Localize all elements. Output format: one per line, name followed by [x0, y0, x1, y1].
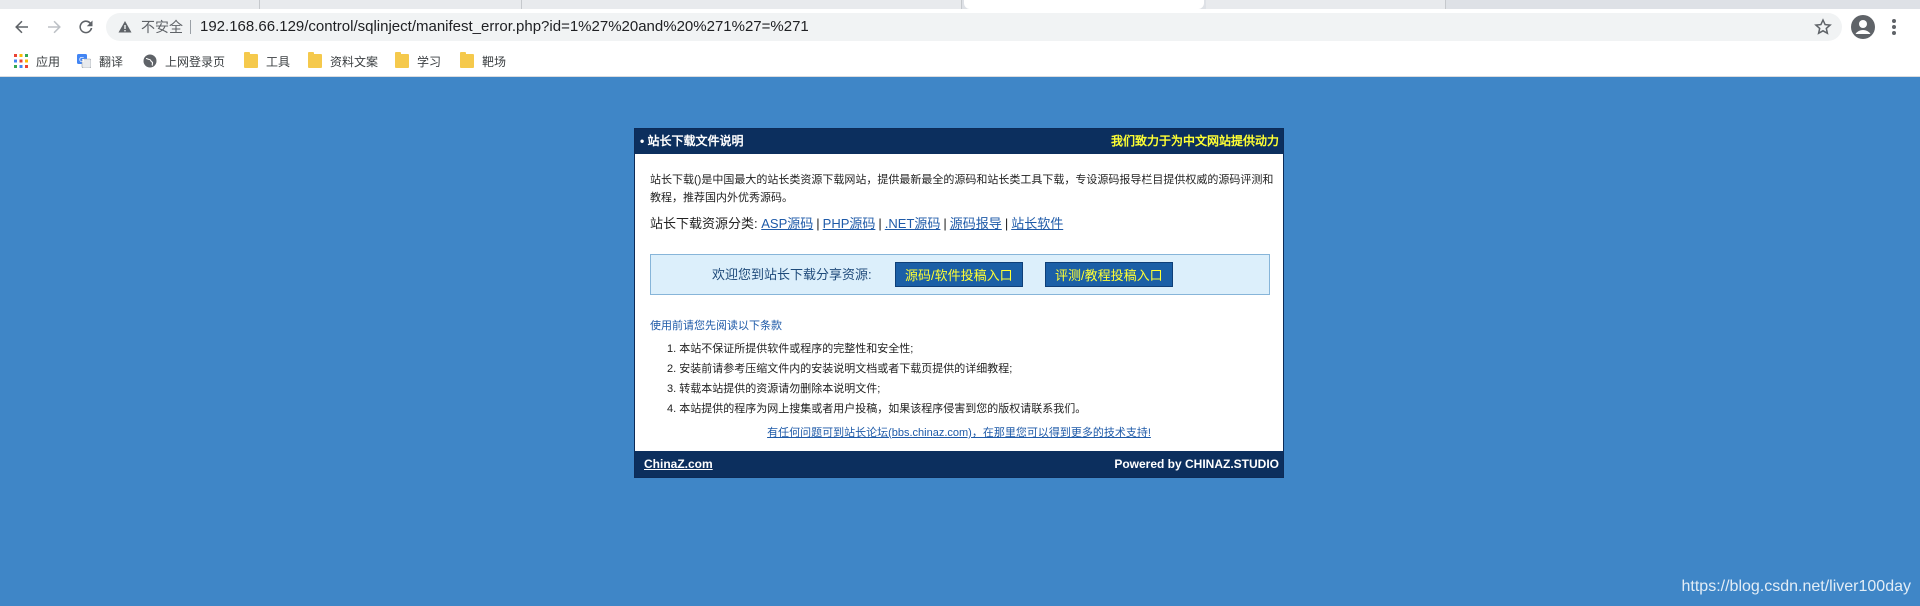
bookmark-translate[interactable]: G 翻译 [77, 51, 123, 71]
tab-background[interactable] [522, 0, 962, 9]
card-header: • 站长下载文件说明 我们致力于为中文网站提供动力 [635, 129, 1283, 154]
forum-link[interactable]: 有任何问题可到站长论坛(bbs.chinaz.com)，在那里您可以得到更多的技… [767, 427, 1151, 439]
footer-site-link[interactable]: ChinaZ.com [644, 457, 713, 471]
card-slogan: 我们致力于为中文网站提供动力 [1110, 134, 1279, 148]
category-list: 站长下载资源分类: ASP源码 | PHP源码 | .NET源码 | 源码报导 | 站长软件 [650, 215, 1063, 233]
bookmark-label: 翻译 [99, 54, 124, 69]
share-text: 欢迎您到站长下载分享资源: [712, 267, 872, 282]
category-link-php[interactable]: PHP源码 [823, 216, 876, 231]
back-arrow-icon [15, 20, 28, 34]
category-link-asp[interactable]: ASP源码 [761, 216, 813, 231]
folder-icon [460, 52, 474, 68]
category-link-webmaster-software[interactable]: 站长软件 [1011, 216, 1063, 231]
star-icon[interactable] [1814, 18, 1832, 36]
list-item: 1. 本站不保证所提供软件或程序的完整性和安全性; [667, 343, 914, 355]
warning-icon[interactable] [118, 20, 132, 34]
card-title: • 站长下载文件说明 [640, 134, 744, 148]
tab-strip [0, 0, 1920, 9]
bookmark-folder-tools[interactable]: 工具 [244, 51, 290, 71]
tab-background[interactable] [260, 0, 522, 9]
list-item: 2. 安装前请参考压缩文件内的安装说明文档或者下载页提供的详细教程; [667, 363, 1013, 375]
terms-list: 1. 本站不保证所提供软件或程序的完整性和安全性; 2. 安装前请参考压缩文件内… [667, 339, 1086, 419]
divider: | [878, 216, 882, 231]
profile-icon[interactable] [1850, 14, 1876, 40]
svg-text:G: G [79, 56, 84, 64]
address-bar[interactable]: 不安全 192.168.66.129/control/sqlinject/man… [106, 13, 1842, 41]
divider [190, 20, 191, 34]
bookmark-label: 应用 [36, 54, 61, 69]
notice-card: • 站长下载文件说明 我们致力于为中文网站提供动力 站长下载()是中国最大的站长… [634, 128, 1284, 478]
share-box: 欢迎您到站长下载分享资源: 源码/软件投稿入口 评测/教程投稿入口 [650, 254, 1270, 295]
bookmark-label: 上网登录页 [165, 54, 226, 69]
forward-button[interactable] [40, 13, 68, 41]
divider: | [816, 216, 820, 231]
folder-icon [308, 52, 322, 68]
menu-dots-icon[interactable] [1884, 16, 1904, 38]
tab-active[interactable] [964, 0, 1204, 9]
reload-icon [79, 20, 93, 34]
back-button[interactable] [8, 13, 36, 41]
list-item: 3. 转载本站提供的资源请勿删除本说明文件; [667, 383, 881, 395]
bookmark-folder-materials[interactable]: 资料文案 [308, 51, 378, 71]
bookmark-label: 学习 [417, 54, 442, 69]
forward-arrow-icon [48, 20, 61, 34]
divider: | [943, 216, 947, 231]
tab-background[interactable] [1206, 0, 1446, 9]
bookmark-apps[interactable]: 应用 [14, 51, 60, 71]
globe-icon [143, 54, 157, 68]
forum-link-row: 有任何问题可到站长论坛(bbs.chinaz.com)，在那里您可以得到更多的技… [635, 426, 1283, 440]
submit-source-button[interactable]: 源码/软件投稿入口 [895, 262, 1023, 287]
bookmark-label: 资料文案 [330, 54, 379, 69]
bookmarks-bar: 应用 G 翻译 上网登录页 工具 资料文案 学习 靶场 [0, 45, 1920, 77]
submit-review-button[interactable]: 评测/教程投稿入口 [1045, 262, 1173, 287]
folder-icon [395, 52, 409, 68]
apps-grid-icon [14, 54, 28, 68]
card-footer: ChinaZ.com Powered by CHINAZ.STUDIO [635, 451, 1283, 477]
folder-icon [244, 52, 258, 68]
browser-toolbar: 不安全 192.168.66.129/control/sqlinject/man… [0, 9, 1920, 45]
bookmark-label: 靶场 [482, 54, 507, 69]
tab-background[interactable] [0, 0, 260, 9]
bookmark-folder-range[interactable]: 靶场 [460, 51, 506, 71]
scrollbar[interactable] [1913, 77, 1920, 606]
footer-powered-by: Powered by CHINAZ.STUDIO [1114, 457, 1279, 471]
category-link-source-report[interactable]: 源码报导 [950, 216, 1002, 231]
intro-text: 站长下载()是中国最大的站长类资源下载网站，提供最新最全的源码和站长类工具下载，… [650, 174, 1274, 204]
category-link-dotnet[interactable]: .NET源码 [885, 216, 941, 231]
divider: | [1004, 216, 1009, 231]
bookmark-folder-study[interactable]: 学习 [395, 51, 441, 71]
translate-icon: G [77, 54, 91, 68]
category-label: 站长下载资源分类: [650, 216, 758, 231]
reload-button[interactable] [72, 13, 100, 41]
bookmark-login-page[interactable]: 上网登录页 [143, 51, 225, 71]
list-item: 4. 本站提供的程序为网上搜集或者用户投稿，如果该程序侵害到您的版权请联系我们。 [667, 403, 1087, 415]
bookmark-label: 工具 [266, 54, 291, 69]
url-text[interactable]: 192.168.66.129/control/sqlinject/manifes… [200, 18, 809, 36]
watermark: https://blog.csdn.net/liver100day [1681, 578, 1911, 595]
security-label[interactable]: 不安全 [141, 19, 183, 35]
terms-title: 使用前请您先阅读以下条款 [650, 320, 782, 332]
